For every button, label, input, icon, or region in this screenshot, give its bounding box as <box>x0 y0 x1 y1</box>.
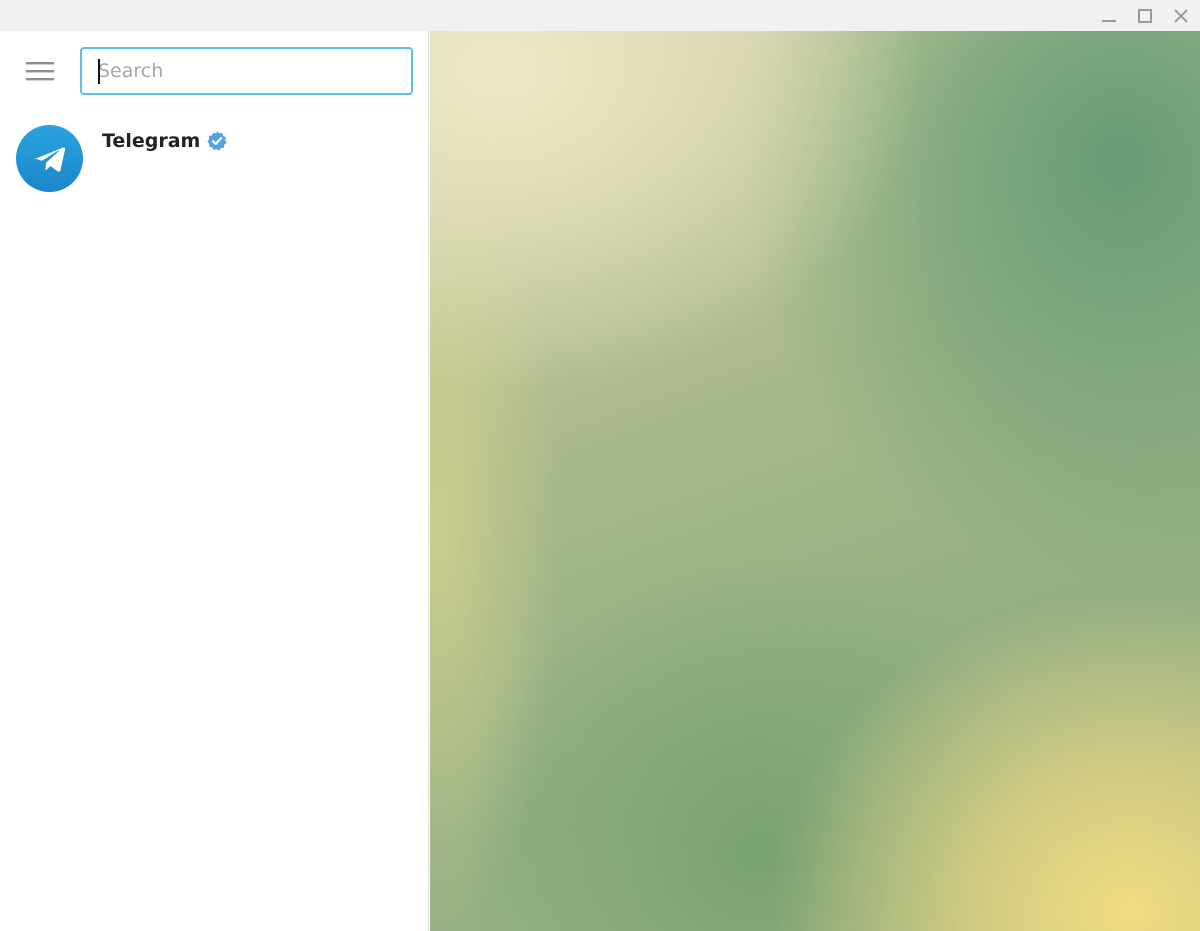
close-icon <box>1174 8 1188 23</box>
chat-avatar <box>16 125 83 192</box>
chat-background-area <box>430 31 1200 931</box>
minimize-icon <box>1102 19 1116 22</box>
search-input[interactable] <box>98 49 403 93</box>
text-caret <box>98 59 100 84</box>
hamburger-menu-icon <box>26 62 54 81</box>
chat-list-item[interactable]: Telegram <box>0 117 428 201</box>
telegram-plane-icon <box>33 146 65 172</box>
chat-list-sidebar: Telegram <box>0 31 429 931</box>
minimize-button[interactable] <box>1091 0 1127 31</box>
maximize-button[interactable] <box>1127 0 1163 31</box>
search-box[interactable] <box>80 47 413 95</box>
maximize-icon <box>1138 8 1152 23</box>
close-button[interactable] <box>1163 0 1199 31</box>
chat-name: Telegram <box>102 130 201 152</box>
window-titlebar <box>0 0 1200 31</box>
verified-badge-icon <box>207 131 227 151</box>
main-menu-button[interactable] <box>16 54 64 88</box>
chat-title-row: Telegram <box>102 127 228 155</box>
